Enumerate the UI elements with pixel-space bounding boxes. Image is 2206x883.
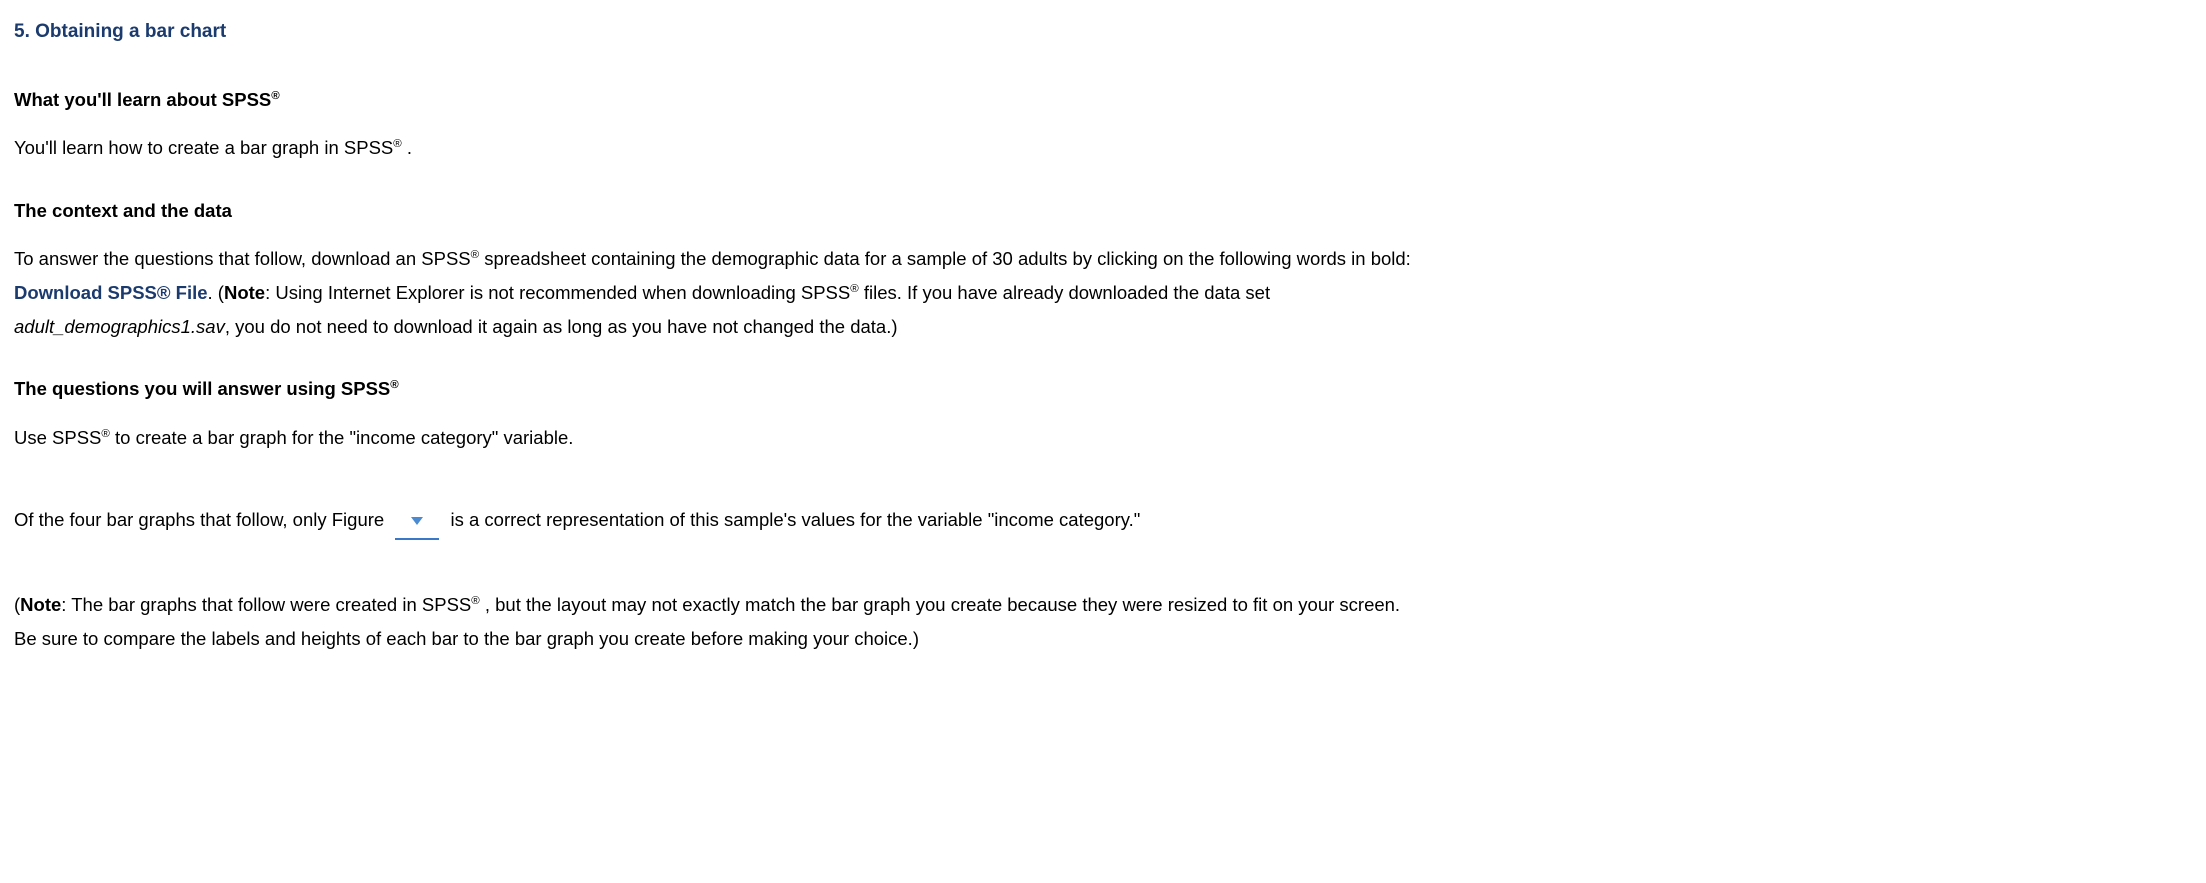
text: is a correct representation of this samp… [445, 509, 1140, 530]
download-spss-file-link[interactable]: Download SPSS® File [14, 282, 208, 303]
paragraph-question-figure: Of the four bar graphs that follow, only… [14, 503, 1414, 540]
text: to create a bar graph for the "income ca… [110, 427, 574, 448]
registered-icon: ® [393, 138, 401, 150]
text: Of the four bar graphs that follow, only… [14, 509, 389, 530]
registered-icon: ® [471, 595, 479, 607]
text: , you do not need to download it again a… [225, 316, 898, 337]
registered-icon: ® [390, 379, 398, 391]
figure-select-dropdown[interactable] [395, 503, 439, 540]
text: Use SPSS [14, 427, 101, 448]
text: spreadsheet containing the demographic d… [479, 248, 1411, 269]
paragraph-note: (Note: The bar graphs that follow were c… [14, 588, 1414, 656]
heading-context-data: The context and the data [14, 194, 1414, 228]
note-label: Note [20, 594, 61, 615]
note-label: Note [224, 282, 265, 303]
registered-icon: ® [271, 90, 279, 102]
heading-text: The questions you will answer using SPSS [14, 378, 390, 399]
section-title: 5. Obtaining a bar chart [14, 14, 1414, 49]
text: files. If you have already downloaded th… [859, 282, 1270, 303]
filename: adult_demographics1.sav [14, 316, 225, 337]
registered-icon: ® [471, 249, 479, 261]
chevron-down-icon [410, 516, 424, 526]
text: : Using Internet Explorer is not recomme… [265, 282, 850, 303]
registered-icon: ® [850, 283, 858, 295]
heading-questions: The questions you will answer using SPSS… [14, 372, 1414, 406]
registered-icon: ® [101, 428, 109, 440]
text: You'll learn how to create a bar graph i… [14, 137, 393, 158]
text: : The bar graphs that follow were create… [61, 594, 471, 615]
paragraph-context: To answer the questions that follow, dow… [14, 242, 1414, 345]
text: . [402, 137, 412, 158]
paragraph-intro: You'll learn how to create a bar graph i… [14, 131, 1414, 165]
heading-what-youll-learn: What you'll learn about SPSS® [14, 83, 1414, 117]
heading-text: What you'll learn about SPSS [14, 89, 271, 110]
text: To answer the questions that follow, dow… [14, 248, 471, 269]
paragraph-use-spss: Use SPSS® to create a bar graph for the … [14, 421, 1414, 455]
text: . ( [208, 282, 224, 303]
